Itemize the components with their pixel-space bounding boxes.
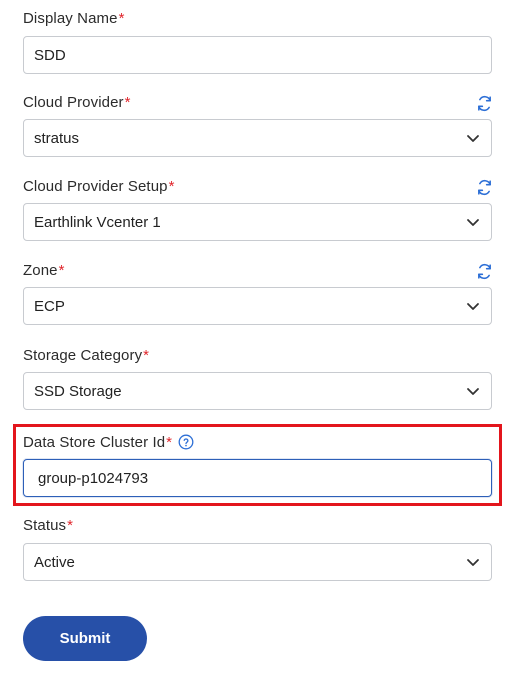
display-name-input[interactable]: SDD — [23, 36, 492, 74]
required-marker: * — [143, 346, 150, 364]
cloud-provider-setup-label-row: Cloud Provider Setup * — [23, 176, 492, 196]
zone-value: ECP — [34, 297, 65, 315]
display-name-value: SDD — [34, 46, 66, 64]
submit-button[interactable]: Submit — [23, 616, 147, 661]
status-value: Active — [34, 553, 75, 571]
refresh-icon[interactable] — [475, 262, 493, 280]
cloud-provider-select[interactable]: stratus — [23, 119, 492, 157]
storage-category-label-row: Storage Category * — [23, 345, 492, 365]
chevron-down-icon — [455, 120, 491, 156]
storage-category-value: SSD Storage — [34, 382, 122, 400]
chevron-down-icon — [455, 204, 491, 240]
status-field: Status * Active — [23, 515, 492, 581]
required-marker: * — [118, 9, 125, 27]
display-name-label: Display Name — [23, 9, 118, 27]
display-name-field: Display Name * SDD — [23, 8, 492, 74]
cloud-provider-setup-field: Cloud Provider Setup * Earthlink Vcenter… — [23, 176, 492, 241]
data-store-cluster-id-field: Data Store Cluster Id * — [23, 432, 492, 497]
status-select[interactable]: Active — [23, 543, 492, 581]
zone-label: Zone — [23, 261, 58, 279]
storage-form: Display Name * SDD Cloud Provider * stra… — [0, 0, 509, 695]
cloud-provider-setup-select[interactable]: Earthlink Vcenter 1 — [23, 203, 492, 241]
cloud-provider-label: Cloud Provider — [23, 93, 124, 111]
chevron-down-icon — [455, 373, 491, 409]
cloud-provider-setup-label: Cloud Provider Setup — [23, 177, 168, 195]
zone-field: Zone * ECP — [23, 260, 492, 325]
cloud-provider-label-row: Cloud Provider * — [23, 92, 492, 112]
data-store-cluster-id-label: Data Store Cluster Id — [23, 433, 166, 451]
data-store-cluster-id-text[interactable] — [34, 469, 491, 487]
storage-category-select[interactable]: SSD Storage — [23, 372, 492, 410]
chevron-down-icon — [455, 288, 491, 324]
data-store-cluster-id-label-row: Data Store Cluster Id * — [23, 432, 492, 452]
cloud-provider-field: Cloud Provider * stratus — [23, 92, 492, 157]
required-marker: * — [67, 516, 73, 534]
storage-category-field: Storage Category * SSD Storage — [23, 345, 492, 410]
status-label: Status — [23, 516, 67, 534]
status-label-row: Status * — [23, 515, 492, 535]
required-marker: * — [124, 93, 131, 111]
zone-select[interactable]: ECP — [23, 287, 492, 325]
help-icon[interactable] — [178, 434, 194, 450]
storage-category-label: Storage Category — [23, 346, 143, 364]
required-marker: * — [166, 433, 173, 451]
chevron-down-icon — [455, 544, 491, 580]
zone-label-row: Zone * — [23, 260, 492, 280]
display-name-label-row: Display Name * — [23, 8, 492, 28]
data-store-cluster-id-input[interactable] — [23, 459, 492, 497]
refresh-icon[interactable] — [475, 94, 493, 112]
required-marker: * — [168, 177, 175, 195]
cloud-provider-setup-value: Earthlink Vcenter 1 — [34, 213, 161, 231]
cloud-provider-value: stratus — [34, 129, 80, 147]
refresh-icon[interactable] — [475, 178, 493, 196]
required-marker: * — [58, 261, 65, 279]
